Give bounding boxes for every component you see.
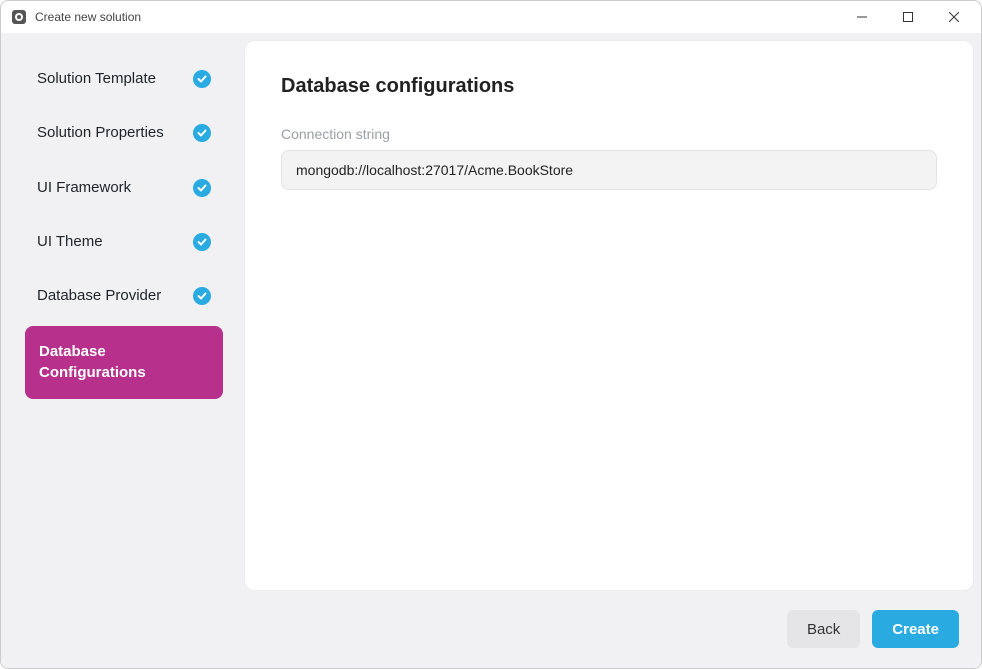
- close-button[interactable]: [931, 1, 977, 33]
- step-ui-framework[interactable]: UI Framework: [25, 164, 223, 212]
- step-solution-properties[interactable]: Solution Properties: [25, 109, 223, 157]
- step-label: Solution Properties: [37, 123, 193, 143]
- check-icon: [193, 287, 211, 305]
- check-icon: [193, 70, 211, 88]
- window-title: Create new solution: [35, 10, 839, 24]
- connection-string-label: Connection string: [281, 126, 937, 142]
- titlebar: Create new solution: [1, 1, 981, 33]
- step-label: UI Framework: [37, 178, 193, 198]
- check-icon: [193, 179, 211, 197]
- maximize-button[interactable]: [885, 1, 931, 33]
- back-button[interactable]: Back: [787, 610, 860, 648]
- step-solution-template[interactable]: Solution Template: [25, 55, 223, 103]
- step-ui-theme[interactable]: UI Theme: [25, 218, 223, 266]
- wizard-footer: Back Create: [3, 596, 979, 666]
- check-icon: [193, 233, 211, 251]
- window-controls: [839, 1, 977, 33]
- step-label: UI Theme: [37, 232, 193, 252]
- page-heading: Database configurations: [281, 75, 937, 98]
- step-database-configurations[interactable]: Database Configurations: [25, 326, 223, 399]
- step-label: Solution Template: [37, 69, 193, 89]
- minimize-button[interactable]: [839, 1, 885, 33]
- step-database-provider[interactable]: Database Provider: [25, 272, 223, 320]
- connection-string-input[interactable]: [281, 150, 937, 190]
- step-label: Database Provider: [37, 286, 193, 306]
- check-icon: [193, 124, 211, 142]
- body-area: Solution Template Solution Properties UI…: [1, 33, 981, 668]
- main-panel: Database configurations Connection strin…: [245, 41, 973, 590]
- wizard-sidebar: Solution Template Solution Properties UI…: [3, 35, 245, 596]
- window-frame: Create new solution Solution Template: [0, 0, 982, 669]
- content-row: Solution Template Solution Properties UI…: [3, 35, 979, 596]
- step-label: Database Configurations: [39, 342, 209, 383]
- create-button[interactable]: Create: [872, 610, 959, 648]
- app-icon: [11, 9, 27, 25]
